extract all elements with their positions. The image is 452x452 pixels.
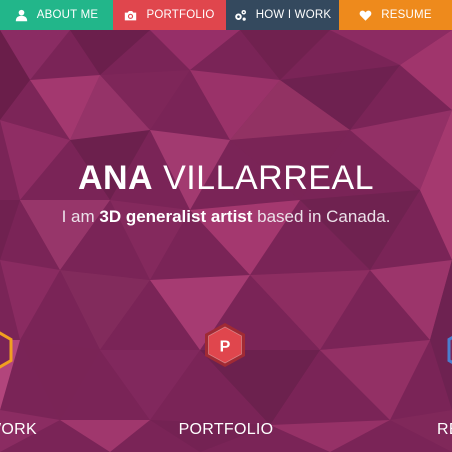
resume-badge-icon[interactable] [444,327,452,373]
user-icon [15,9,28,22]
work-badge-icon[interactable] [0,327,16,373]
hero-section: ANA VILLARREAL I am 3D generalist artist… [0,30,452,452]
nav-resume[interactable]: RESUME [339,0,452,30]
nav-portfolio-label: PORTFOLIO [146,9,215,21]
low-poly-background [0,30,452,452]
tagline-suffix: based in Canada. [252,207,391,226]
portfolio-badge-letter: P [220,339,231,356]
top-nav: ABOUT ME PORTFOLIO HOW I WORK RESUME [0,0,452,30]
nav-resume-label: RESUME [381,9,432,21]
nav-about-me[interactable]: ABOUT ME [0,0,113,30]
camera-icon [124,9,137,22]
portfolio-badge-icon[interactable]: P [202,322,248,368]
hero-tagline: I am 3D generalist artist based in Canad… [0,206,452,228]
tagline-emphasis: 3D generalist artist [99,207,253,226]
hero-first-name: ANA [77,159,154,197]
gears-icon [234,9,247,22]
hero-last-name: VILLARREAL [163,159,375,197]
nav-about-me-label: ABOUT ME [36,9,99,21]
hero-title: ANA VILLARREAL [0,158,452,198]
section-link-resume[interactable]: RE [437,420,452,440]
nav-portfolio[interactable]: PORTFOLIO [113,0,226,30]
nav-how-i-work-label: HOW I WORK [255,9,332,21]
section-link-portfolio[interactable]: PORTFOLIO [0,420,452,440]
heart-icon [359,9,372,22]
nav-how-i-work[interactable]: HOW I WORK [226,0,339,30]
tagline-prefix: I am [61,207,100,226]
